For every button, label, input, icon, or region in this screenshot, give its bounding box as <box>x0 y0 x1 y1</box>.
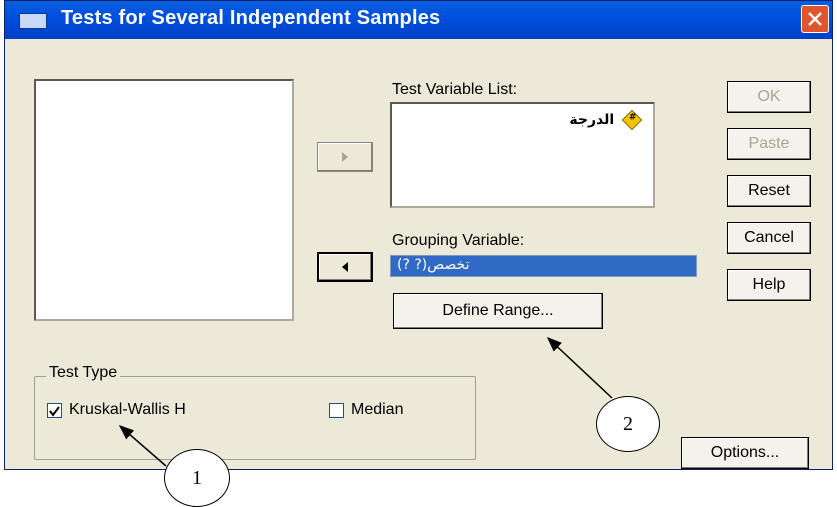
scale-variable-icon: # <box>621 109 643 130</box>
grouping-variable-field[interactable]: تخصص(? ?) <box>390 255 697 277</box>
median-checkbox[interactable] <box>329 403 344 418</box>
test-type-legend: Test Type <box>46 364 121 382</box>
options-label: Options... <box>710 444 780 461</box>
help-label: Help <box>752 276 786 293</box>
move-to-test-list-button[interactable] <box>317 142 373 172</box>
callout-1: 1 <box>164 449 230 507</box>
kruskal-wallis-checkbox[interactable] <box>47 403 62 418</box>
reset-label: Reset <box>748 182 790 199</box>
median-label[interactable]: Median <box>351 401 403 419</box>
define-range-label: Define Range... <box>442 302 554 319</box>
window-title: Tests for Several Independent Samples <box>61 7 441 29</box>
close-icon <box>808 12 822 26</box>
paste-label: Paste <box>748 135 790 152</box>
cancel-label: Cancel <box>744 229 794 246</box>
help-button[interactable]: Help <box>727 269 811 301</box>
checkmark-icon <box>49 406 60 417</box>
reset-button[interactable]: Reset <box>727 175 811 207</box>
callout-2: 2 <box>596 396 660 452</box>
move-from-grouping-button[interactable] <box>317 252 373 282</box>
test-variable-name: الدرجة <box>569 112 615 128</box>
source-variable-list[interactable] <box>34 79 294 321</box>
arrow-left-icon <box>342 262 348 272</box>
grouping-variable-label: Grouping Variable: <box>392 232 525 249</box>
ok-button[interactable]: OK <box>727 81 811 113</box>
cancel-button[interactable]: Cancel <box>727 222 811 254</box>
grouping-variable-value: تخصص(? ?) <box>397 257 470 273</box>
window-icon <box>19 13 47 29</box>
test-variable-list-label: Test Variable List: <box>392 81 518 98</box>
ok-label: OK <box>757 88 781 105</box>
define-range-button[interactable]: Define Range... <box>393 293 603 329</box>
paste-button[interactable]: Paste <box>727 128 811 160</box>
callout-1-label: 1 <box>192 467 202 489</box>
dialog-window: Tests for Several Independent Samples Te… <box>4 0 833 470</box>
arrow-right-icon <box>342 152 348 162</box>
close-button[interactable] <box>801 5 829 33</box>
title-bar[interactable]: Tests for Several Independent Samples <box>5 1 832 39</box>
test-variable-item[interactable]: # الدرجة <box>569 109 643 130</box>
test-variable-list[interactable]: # الدرجة <box>390 102 655 208</box>
options-button[interactable]: Options... <box>681 437 809 469</box>
kruskal-wallis-label[interactable]: Kruskal-Wallis H <box>69 401 186 419</box>
callout-2-label: 2 <box>623 413 633 435</box>
